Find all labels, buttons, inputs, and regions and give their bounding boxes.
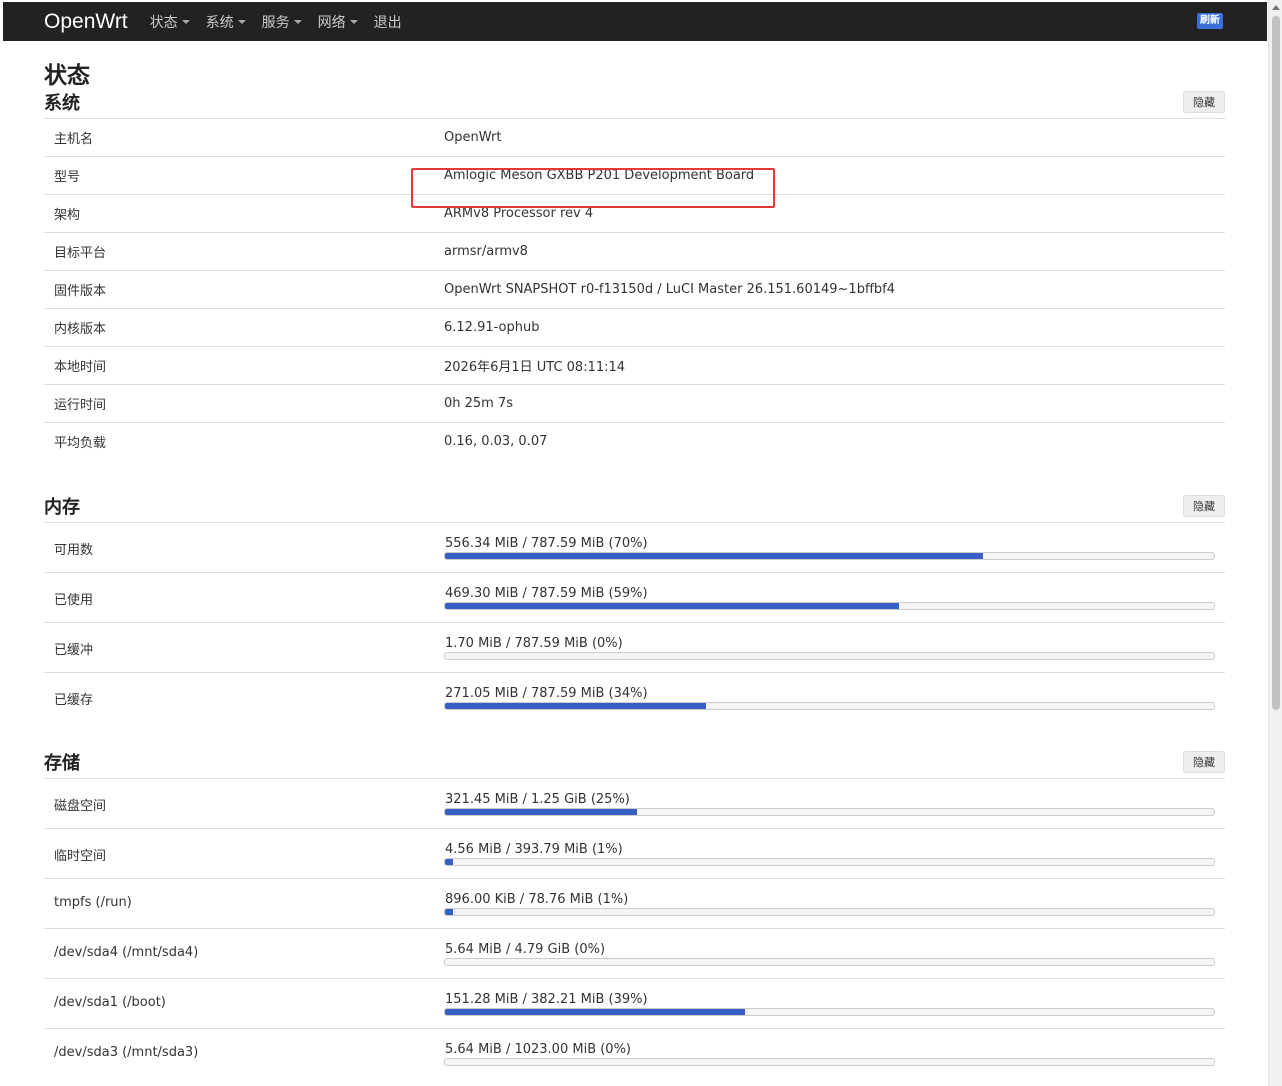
row-label: 内核版本 — [54, 322, 107, 337]
table-row: 主机名 OpenWrt — [44, 118, 1225, 156]
hide-system-button[interactable]: 隐藏 — [1183, 91, 1225, 113]
row-label: /dev/sda3 (/mnt/sda3) — [54, 1045, 199, 1060]
row-label: 型号 — [54, 170, 81, 185]
highlight-box — [411, 168, 775, 208]
chevron-down-icon — [349, 19, 358, 24]
table-row: 运行时间 0h 25m 7s — [44, 384, 1225, 422]
progress-fill — [445, 859, 453, 865]
hide-memory-button[interactable]: 隐藏 — [1183, 495, 1225, 517]
menu-services[interactable]: 服务 — [262, 12, 302, 32]
system-section: 系统 隐藏 主机名 OpenWrt 型号 Amlogic Meson GXBB P2… — [44, 90, 1225, 460]
progress-text: 5.64 MiB / 1023.00 MiB (0%) — [445, 1042, 632, 1057]
row-label: 磁盘空间 — [54, 799, 107, 814]
row-label: 临时空间 — [54, 849, 107, 864]
chevron-down-icon — [237, 19, 246, 24]
table-row: 已使用 469.30 MiB / 787.59 MiB (59%) — [44, 572, 1225, 622]
row-label: tmpfs (/run) — [54, 895, 132, 910]
row-label: 平均负载 — [54, 436, 107, 451]
top-navbar: OpenWrt 状态 系统 服务 网络 退出 刷新 — [3, 2, 1267, 41]
progress-text: 896.00 KiB / 78.76 MiB (1%) — [445, 892, 629, 907]
row-value: armsr/armv8 — [444, 244, 528, 259]
progress-bar — [444, 552, 1215, 560]
section-title-memory: 内存 — [44, 497, 80, 518]
row-value: OpenWrt SNAPSHOT r0-f13150d / LuCI Maste… — [444, 282, 896, 297]
row-label: 已缓存 — [54, 693, 94, 708]
row-value: OpenWrt — [444, 130, 502, 145]
progress-bar — [444, 958, 1215, 966]
progress-bar — [444, 602, 1215, 610]
hide-storage-button[interactable]: 隐藏 — [1183, 751, 1225, 773]
row-label: 可用数 — [54, 543, 94, 558]
row-value: 2026年6月1日 UTC 08:11:14 — [444, 360, 626, 375]
progress-fill — [445, 909, 453, 915]
table-row: /dev/sda3 (/mnt/sda3) 5.64 MiB / 1023.00 … — [44, 1028, 1225, 1078]
progress-bar — [444, 808, 1215, 816]
brand-logo[interactable]: OpenWrt — [44, 10, 128, 34]
row-label: 主机名 — [54, 132, 94, 147]
progress-fill — [445, 1009, 745, 1015]
table-row: 内核版本 6.12.91-ophub — [44, 308, 1225, 346]
row-label: 固件版本 — [54, 284, 107, 299]
progress-fill — [445, 603, 899, 609]
progress-text: 151.28 MiB / 382.21 MiB (39%) — [445, 992, 648, 1007]
table-row: 本地时间 2026年6月1日 UTC 08:11:14 — [44, 346, 1225, 384]
row-label: 已缓冲 — [54, 643, 94, 658]
section-title-storage: 存储 — [44, 753, 80, 774]
row-value: 0.16, 0.03, 0.07 — [444, 434, 548, 449]
table-row: 平均负载 0.16, 0.03, 0.07 — [44, 422, 1225, 460]
table-row: 已缓冲 1.70 MiB / 787.59 MiB (0%) — [44, 622, 1225, 672]
table-row: 固件版本 OpenWrt SNAPSHOT r0-f13150d / LuCI M… — [44, 270, 1225, 308]
storage-section: 存储 隐藏 磁盘空间 321.45 MiB / 1.25 GiB (25%) 临时… — [44, 750, 1225, 1078]
progress-text: 321.45 MiB / 1.25 GiB (25%) — [445, 792, 630, 807]
progress-text: 469.30 MiB / 787.59 MiB (59%) — [445, 586, 648, 601]
table-row: 目标平台 armsr/armv8 — [44, 232, 1225, 270]
row-label: 已使用 — [54, 593, 94, 608]
menu-network[interactable]: 网络 — [318, 12, 358, 32]
progress-text: 271.05 MiB / 787.59 MiB (34%) — [445, 686, 648, 701]
table-row: /dev/sda4 (/mnt/sda4) 5.64 MiB / 4.79 GiB… — [44, 928, 1225, 978]
main-menu: 状态 系统 服务 网络 退出 — [150, 12, 418, 32]
progress-text: 4.56 MiB / 393.79 MiB (1%) — [445, 842, 623, 857]
table-row: 临时空间 4.56 MiB / 393.79 MiB (1%) — [44, 828, 1225, 878]
progress-bar — [444, 858, 1215, 866]
scroll-thumb[interactable] — [1272, 16, 1280, 710]
page-scrollbar[interactable] — [1268, 0, 1282, 1086]
page-title: 状态 — [44, 63, 90, 89]
progress-fill — [445, 553, 984, 559]
progress-bar — [444, 702, 1215, 710]
row-value: ARMv8 Processor rev 4 — [444, 206, 594, 221]
progress-bar — [444, 908, 1215, 916]
table-row: tmpfs (/run) 896.00 KiB / 78.76 MiB (1%) — [44, 878, 1225, 928]
progress-bar — [444, 1008, 1215, 1016]
progress-text: 1.70 MiB / 787.59 MiB (0%) — [445, 636, 623, 651]
table-row: 可用数 556.34 MiB / 787.59 MiB (70%) — [44, 522, 1225, 572]
section-title-system: 系统 — [44, 93, 80, 114]
main-content: 状态 系统 隐藏 主机名 OpenWrt 型号 Amlogic Meson GXBB… — [44, 56, 1225, 1078]
row-label: 架构 — [54, 208, 81, 223]
row-label: 运行时间 — [54, 398, 107, 413]
refresh-button[interactable]: 刷新 — [1197, 13, 1223, 29]
row-label: /dev/sda1 (/boot) — [54, 995, 166, 1010]
progress-fill — [445, 703, 707, 709]
scroll-up-arrow-icon[interactable] — [1272, 5, 1280, 10]
chevron-down-icon — [293, 19, 302, 24]
progress-fill — [445, 809, 638, 815]
progress-bar — [444, 652, 1215, 660]
row-value: 0h 25m 7s — [444, 396, 514, 411]
table-row: 已缓存 271.05 MiB / 787.59 MiB (34%) — [44, 672, 1225, 722]
row-label: 目标平台 — [54, 246, 107, 261]
menu-logout[interactable]: 退出 — [374, 12, 402, 32]
chevron-down-icon — [181, 19, 190, 24]
progress-bar — [444, 1058, 1215, 1066]
row-label: /dev/sda4 (/mnt/sda4) — [54, 945, 199, 960]
memory-section: 内存 隐藏 可用数 556.34 MiB / 787.59 MiB (70%) 已… — [44, 494, 1225, 722]
row-value: 6.12.91-ophub — [444, 320, 540, 335]
progress-text: 5.64 MiB / 4.79 GiB (0%) — [445, 942, 606, 957]
menu-system[interactable]: 系统 — [206, 12, 246, 32]
menu-status[interactable]: 状态 — [150, 12, 190, 32]
table-row: 磁盘空间 321.45 MiB / 1.25 GiB (25%) — [44, 778, 1225, 828]
progress-text: 556.34 MiB / 787.59 MiB (70%) — [445, 536, 648, 551]
row-label: 本地时间 — [54, 360, 107, 375]
table-row: /dev/sda1 (/boot) 151.28 MiB / 382.21 MiB… — [44, 978, 1225, 1028]
